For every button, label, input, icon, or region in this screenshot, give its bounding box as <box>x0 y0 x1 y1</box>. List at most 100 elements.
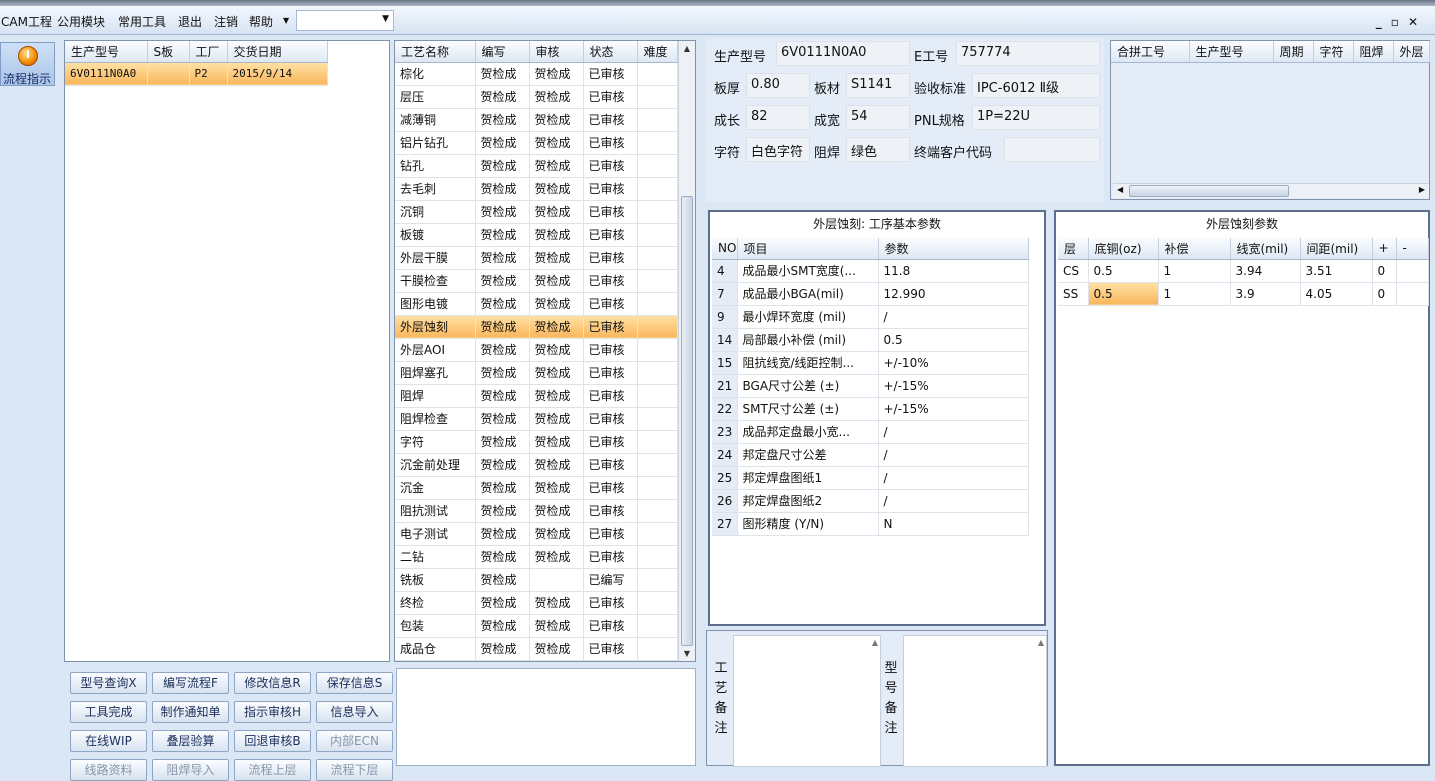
menu-exit[interactable]: 退出 <box>178 13 202 30</box>
param-row[interactable]: 26 邦定焊盘图纸2/ <box>712 489 1029 513</box>
length-value[interactable]: 82 <box>746 105 810 130</box>
column-header[interactable]: 编写 <box>475 41 530 63</box>
process-row[interactable]: 成品仓 贺检成 贺检成 已审核 <box>395 637 678 661</box>
column-header[interactable]: 合拼工号 <box>1111 41 1190 63</box>
minimize-icon[interactable]: _ <box>1376 15 1391 29</box>
table-cell[interactable]: 0.5 <box>1088 259 1159 283</box>
table-cell[interactable]: 0 <box>1372 282 1397 306</box>
column-header[interactable]: 间距(mil) <box>1300 238 1373 260</box>
standard-value[interactable]: IPC-6012 Ⅱ级 <box>972 73 1100 98</box>
process-row[interactable]: 阻焊 贺检成 贺检成 已审核 <box>395 384 678 408</box>
column-header[interactable]: S板 <box>147 41 190 63</box>
width-value[interactable]: 54 <box>846 105 910 130</box>
action-button[interactable]: 叠层验算 <box>152 730 229 752</box>
process-row[interactable]: 沉金 贺检成 贺检成 已审核 <box>395 476 678 500</box>
process-row[interactable]: 沉金前处理 贺检成 贺检成 已审核 <box>395 453 678 477</box>
action-button[interactable]: 修改信息R <box>234 672 311 694</box>
column-header[interactable]: 层 <box>1058 238 1089 260</box>
hscrollbar-thumb[interactable] <box>1129 185 1289 197</box>
process-row[interactable]: 减薄铜 贺检成 贺检成 已审核 <box>395 108 678 132</box>
material-value[interactable]: S1141 <box>846 73 910 98</box>
column-header[interactable]: 工艺名称 <box>395 41 476 63</box>
scroll-down-icon[interactable]: ▼ <box>679 646 695 661</box>
action-button[interactable]: 信息导入 <box>316 701 393 723</box>
process-row[interactable]: 钻孔 贺检成 贺检成 已审核 <box>395 154 678 178</box>
etch-row[interactable]: CS 0.5 1 3.94 3.51 0 <box>1058 259 1429 283</box>
thickness-value[interactable]: 0.80 <box>746 73 810 98</box>
help-dropdown-icon[interactable]: ▼ <box>283 16 289 25</box>
param-row[interactable]: 25 邦定焊盘图纸1/ <box>712 466 1029 490</box>
column-header[interactable]: 生产型号 <box>1189 41 1274 63</box>
table-cell[interactable]: SS <box>1058 282 1089 306</box>
process-row[interactable]: 阻焊塞孔 贺检成 贺检成 已审核 <box>395 361 678 385</box>
table-cell[interactable]: 0.5 <box>1088 282 1159 306</box>
table-cell[interactable]: 3.51 <box>1300 259 1373 283</box>
action-button[interactable]: 型号查询X <box>70 672 147 694</box>
scroll-left-icon[interactable]: ◀ <box>1117 185 1123 194</box>
process-row[interactable]: 字符 贺检成 贺检成 已审核 <box>395 430 678 454</box>
table-cell[interactable]: 1 <box>1158 259 1231 283</box>
action-button[interactable]: 回退审核B <box>234 730 311 752</box>
character-value[interactable]: 白色字符 <box>746 137 810 162</box>
table-cell[interactable]: 1 <box>1158 282 1231 306</box>
action-button[interactable]: 在线WIP <box>70 730 147 752</box>
scrollbar-thumb[interactable] <box>681 196 693 646</box>
solder-mask-value[interactable]: 绿色 <box>846 137 910 162</box>
customer-code-value[interactable] <box>1004 137 1100 162</box>
column-header[interactable]: 状态 <box>583 41 638 63</box>
scroll-up-icon[interactable]: ▲ <box>679 41 695 56</box>
column-header[interactable]: 线宽(mil) <box>1230 238 1301 260</box>
process-note-textarea[interactable]: ▲ <box>733 635 881 767</box>
column-header[interactable]: - <box>1396 238 1429 260</box>
flow-indicator-button[interactable]: 流程指示 <box>0 42 55 86</box>
process-detail-textarea[interactable] <box>396 668 696 766</box>
action-button[interactable]: 工具完成 <box>70 701 147 723</box>
param-row[interactable]: 23 成品邦定盘最小宽... / <box>712 420 1029 444</box>
process-row[interactable]: 棕化 贺检成 贺检成 已审核 <box>395 62 678 86</box>
scroll-up-icon[interactable]: ▲ <box>1038 638 1044 647</box>
param-row[interactable]: 9 最小焊环宽度 (mil) / <box>712 305 1029 329</box>
scroll-up-icon[interactable]: ▲ <box>872 638 878 647</box>
process-row[interactable]: 干膜检查 贺检成 贺检成 已审核 <box>395 269 678 293</box>
table-cell[interactable]: 4.05 <box>1300 282 1373 306</box>
process-row[interactable]: 图形电镀 贺检成 贺检成 已审核 <box>395 292 678 316</box>
action-button[interactable]: 编写流程F <box>152 672 229 694</box>
column-header[interactable]: 项目 <box>737 238 879 260</box>
etch-row[interactable]: SS 0.5 1 3.9 4.05 0 <box>1058 282 1429 306</box>
param-row[interactable]: 4 成品最小SMT宽度(... 11.8 <box>712 259 1029 283</box>
process-row[interactable]: 层压 贺检成 贺检成 已审核 <box>395 85 678 109</box>
column-header[interactable]: 周期 <box>1273 41 1314 63</box>
column-header[interactable]: 字符 <box>1313 41 1354 63</box>
table-row[interactable]: 6V0111N0A0 P2 2015/9/14 <box>65 62 328 86</box>
column-header[interactable]: 工厂 <box>189 41 228 63</box>
close-icon[interactable]: ✕ <box>1408 15 1427 29</box>
action-button[interactable]: 内部ECN <box>316 730 393 752</box>
param-row[interactable]: 14 局部最小补偿 (mil) 0.5 <box>712 328 1029 352</box>
column-header[interactable]: NO <box>712 238 738 260</box>
model-note-textarea[interactable]: ▲ <box>903 635 1047 767</box>
menu-public-module[interactable]: 公用模块 <box>57 13 105 30</box>
column-header[interactable]: 生产型号 <box>65 41 148 63</box>
restore-icon[interactable]: ▫ <box>1391 15 1408 29</box>
action-button[interactable]: 流程下层 <box>316 759 393 781</box>
action-button[interactable]: 线路资料 <box>70 759 147 781</box>
param-row[interactable]: 15 阻抗线宽/线距控制... +/-10% <box>712 351 1029 375</box>
process-row[interactable]: 阻焊检查 贺检成 贺检成 已审核 <box>395 407 678 431</box>
process-row[interactable]: 终检 贺检成 贺检成 已审核 <box>395 591 678 615</box>
process-list-scrollbar[interactable]: ▲ ▼ <box>678 41 695 661</box>
menu-common-tools[interactable]: 常用工具 <box>118 13 166 30</box>
menu-cam-project[interactable]: CAM工程 <box>1 13 52 30</box>
menu-combo-box[interactable]: ▼ <box>296 10 394 31</box>
action-button[interactable]: 制作通知单 <box>152 701 229 723</box>
process-row[interactable]: 外层蚀刻 贺检成 贺检成 已审核 <box>395 315 678 339</box>
action-button[interactable]: 保存信息S <box>316 672 393 694</box>
column-header[interactable]: 补偿 <box>1158 238 1231 260</box>
process-row[interactable]: 铝片钻孔 贺检成 贺检成 已审核 <box>395 131 678 155</box>
param-row[interactable]: 21 BGA尺寸公差 (±) +/-15% <box>712 374 1029 398</box>
param-row[interactable]: 7 成品最小BGA(mil) 12.990 <box>712 282 1029 306</box>
process-row[interactable]: 二钻 贺检成 贺检成 已审核 <box>395 545 678 569</box>
action-button[interactable]: 阻焊导入 <box>152 759 229 781</box>
column-header[interactable]: 阻焊 <box>1353 41 1394 63</box>
table-cell[interactable]: 3.9 <box>1230 282 1301 306</box>
column-header[interactable]: + <box>1372 238 1397 260</box>
